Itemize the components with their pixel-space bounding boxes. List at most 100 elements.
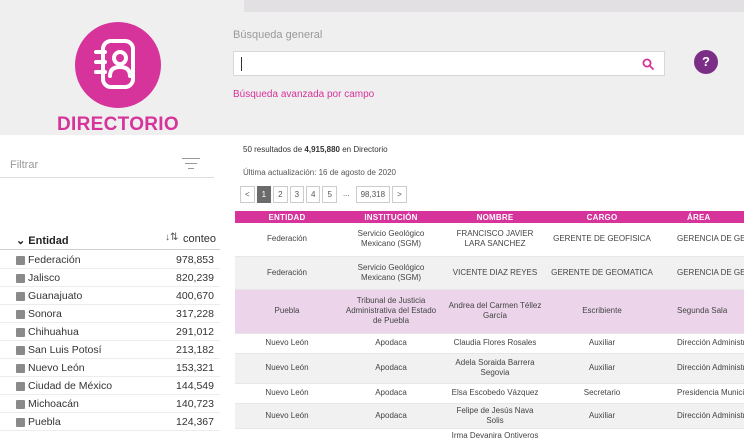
table-cell: Nuevo León — [265, 388, 309, 397]
table-cell: Apodaca — [375, 388, 407, 397]
table-row[interactable]: Federación Servicio Geológico Mexicano (… — [235, 256, 744, 289]
table-cell: Servicio Geológico Mexicano (SGM) — [339, 256, 443, 289]
filter-icon[interactable] — [182, 158, 200, 170]
facet-item-count: 140,723 — [176, 398, 214, 410]
table-row[interactable]: Puebla Tribunal de Justicia Administrati… — [235, 289, 744, 333]
facet-item-count: 820,239 — [176, 272, 214, 284]
column-header[interactable]: CARGO — [547, 211, 657, 223]
table-cell: Felipe de Jesús Nava Solis — [443, 403, 547, 428]
facet-item-name: Guanajuato — [28, 290, 83, 302]
table-cell: Apodaca — [339, 403, 443, 428]
table-cell — [235, 428, 339, 440]
table-cell: Presidencia Municipal — [677, 388, 744, 397]
table-row[interactable]: Nuevo León Apodaca Claudia Flores Rosale… — [235, 333, 744, 353]
table-cell: Segunda Sala — [657, 289, 744, 333]
checkbox-icon[interactable] — [16, 292, 25, 301]
facet-item[interactable]: Puebla 124,367 — [0, 413, 220, 431]
facet-item[interactable]: Ciudad de México 144,549 — [0, 377, 220, 395]
checkbox-icon[interactable] — [16, 364, 25, 373]
logo[interactable]: DIRECTORIO — [56, 22, 180, 135]
table-header-row: ENTIDAD INSTITUCIÓN NOMBRE CARGO ÁREA — [235, 211, 744, 223]
page-button[interactable]: 1 — [256, 186, 272, 203]
table-cell — [547, 428, 657, 440]
checkbox-icon[interactable] — [16, 418, 25, 427]
table-cell: Puebla — [235, 289, 339, 333]
page-button[interactable]: 4 — [306, 186, 321, 203]
facet-item[interactable]: Michoacán 140,723 — [0, 395, 220, 413]
filter-input[interactable]: Filtrar — [0, 150, 214, 178]
search-input[interactable] — [233, 51, 665, 76]
checkbox-icon[interactable] — [16, 256, 25, 265]
facet-item-count: 291,012 — [176, 326, 214, 338]
table-cell: Elsa Escobedo Vázquez — [451, 388, 539, 397]
table-cell: Dirección Administrativa — [657, 353, 744, 383]
facet-item-name: Ciudad de México — [28, 380, 113, 392]
table-cell: Dirección Administrativa — [657, 403, 744, 428]
facet-item-name: Nuevo León — [28, 362, 85, 374]
table-cell: Adela Soraida Barrera Segovia — [443, 353, 547, 383]
facet-item-name: Puebla — [28, 416, 61, 428]
facet-item[interactable]: Nuevo León 153,321 — [0, 359, 220, 377]
results-count: 50 — [243, 145, 252, 154]
last-page-button[interactable]: 98,318 — [355, 186, 391, 203]
table-cell: Federación — [235, 256, 339, 289]
prev-page-button[interactable]: < — [240, 186, 255, 203]
advanced-search-link[interactable]: Búsqueda avanzada por campo — [233, 89, 374, 100]
page-button[interactable]: 5 — [322, 186, 337, 203]
help-icon[interactable]: ? — [694, 50, 718, 74]
facet-item-count: 213,182 — [176, 344, 214, 356]
facet-item[interactable]: Jalisco 820,239 — [0, 269, 220, 287]
page-button[interactable]: 2 — [273, 186, 288, 203]
table-cell — [657, 428, 744, 440]
table-cell: Auxiliar — [547, 403, 657, 428]
facet-item[interactable]: San Luis Potosí 213,182 — [0, 341, 220, 359]
facet-header[interactable]: ⌄ Entidad ↓⇅ conteo — [0, 228, 220, 250]
table-row[interactable]: Nuevo León Apodaca Elsa Escobedo Vázquez… — [235, 383, 744, 403]
checkbox-icon[interactable] — [16, 382, 25, 391]
table-row[interactable]: Irma Devanira Ontiveros — [235, 428, 744, 440]
facet-item[interactable]: Federación 978,853 — [0, 251, 220, 269]
facet-item-count: 144,549 — [176, 380, 214, 392]
page-ellipsis: ... — [338, 186, 354, 203]
table-cell: Apodaca — [339, 353, 443, 383]
column-header[interactable]: INSTITUCIÓN — [339, 211, 443, 223]
checkbox-icon[interactable] — [16, 346, 25, 355]
address-book-icon — [75, 22, 161, 108]
facet-item-count: 317,228 — [176, 308, 214, 320]
checkbox-icon[interactable] — [16, 400, 25, 409]
facet-item-count: 153,321 — [176, 362, 214, 374]
last-update: Última actualización: 16 de agosto de 20… — [243, 168, 396, 177]
count-label[interactable]: conteo — [183, 233, 216, 245]
table-cell: Auxiliar — [588, 338, 616, 347]
column-header[interactable]: ÁREA — [657, 211, 744, 223]
facet-item[interactable]: Chihuahua 291,012 — [0, 323, 220, 341]
table-cell: VICENTE DIAZ REYES — [443, 256, 547, 289]
table-row[interactable]: Nuevo León Apodaca Adela Soraida Barrera… — [235, 353, 744, 383]
results-prefix: resultados de — [254, 145, 303, 154]
table-row[interactable]: Nuevo León Apodaca Felipe de Jesús Nava … — [235, 403, 744, 428]
column-header[interactable]: ENTIDAD — [235, 211, 339, 223]
checkbox-icon[interactable] — [16, 310, 25, 319]
checkbox-icon[interactable] — [16, 274, 25, 283]
table-cell: Nuevo León — [235, 403, 339, 428]
facet-item[interactable]: Sonora 317,228 — [0, 305, 220, 323]
filter-placeholder: Filtrar — [10, 159, 39, 171]
table-row[interactable]: Federación Servicio Geológico Mexicano (… — [235, 223, 744, 256]
search-icon[interactable] — [642, 58, 654, 70]
table-cell: Escribiente — [547, 289, 657, 333]
sort-icon[interactable]: ↓⇅ — [165, 232, 178, 243]
facet-item[interactable]: Guanajuato 400,670 — [0, 287, 220, 305]
table-cell: Andrea del Carmen Téllez García — [443, 289, 547, 333]
table-cell: Servicio Geológico Mexicano (SGM) — [357, 229, 425, 249]
table-cell: GERENTE DE GEOMATICA — [547, 256, 657, 289]
next-page-button[interactable]: > — [392, 186, 407, 203]
facet-item-name: San Luis Potosí — [28, 344, 102, 356]
facet-item-name: Jalisco — [28, 272, 61, 284]
facet-title[interactable]: ⌄ Entidad — [16, 234, 69, 247]
column-header[interactable]: NOMBRE — [443, 211, 547, 223]
page-button[interactable]: 3 — [289, 186, 305, 203]
logo-label: DIRECTORIO — [57, 114, 179, 135]
table-cell: Nuevo León — [265, 338, 309, 347]
checkbox-icon[interactable] — [16, 328, 25, 337]
facet-item-name: Sonora — [28, 308, 62, 320]
